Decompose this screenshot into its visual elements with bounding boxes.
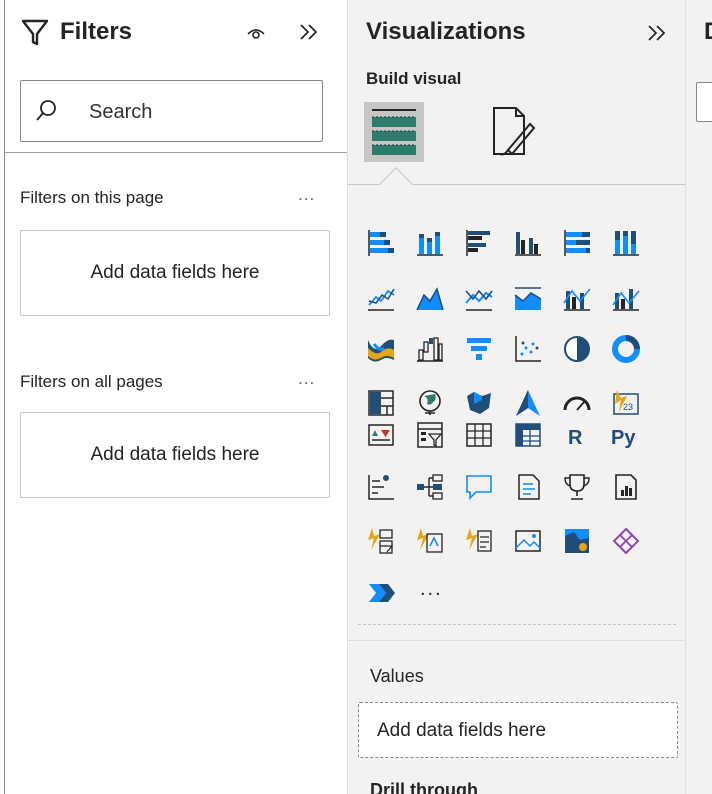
100-stacked-column-icon[interactable] [611,228,641,258]
filters-all-pages-drop-zone[interactable]: Add data fields here [20,412,330,498]
filters-search-input[interactable]: Search [20,80,323,142]
azure-map-icon[interactable] [513,388,543,418]
filled-map-icon[interactable] [415,388,445,418]
paginated-report-icon[interactable] [611,472,641,502]
drop-zone-text: Add data fields here [90,262,260,283]
table-icon[interactable] [464,420,494,450]
svg-text:R: R [568,427,583,449]
100-stacked-bar-icon[interactable] [562,228,592,258]
drop-zone-text: Add data fields here [90,444,260,465]
power-apps-icon[interactable] [366,526,396,556]
gallery-separator [358,624,676,625]
values-label: Values [370,666,424,686]
smart-narrative-icon[interactable] [513,472,543,502]
values-drop-zone[interactable]: Add data fields here [358,702,678,758]
clustered-column-icon[interactable] [513,228,543,258]
data-search-input[interactable] [696,82,712,122]
wells-separator [348,640,686,641]
data-pane: D [685,0,712,794]
build-visual-tab[interactable] [364,102,424,162]
power-automate-icon[interactable] [415,526,445,556]
card-icon[interactable]: 23 [611,388,641,418]
line-chart-icon[interactable] [366,283,396,313]
collapse-visualizations-chevron-icon[interactable] [646,22,668,44]
slicer-icon[interactable] [415,420,445,450]
map-icon[interactable] [366,388,396,418]
area-chart-icon[interactable] [415,283,445,313]
filters-on-this-page-label: Filters on this page [20,188,164,207]
filters-pane: Filters Search Filters on this page ... … [0,0,347,794]
waterfall-chart-icon[interactable] [366,334,396,364]
composite-icon[interactable] [611,526,641,556]
image-visual-icon[interactable] [513,526,543,556]
decomposition-tree-icon[interactable] [415,472,445,502]
line-clustered-column-icon[interactable] [562,283,592,313]
filters-header: Filters [20,14,330,54]
power-automate-flow-icon[interactable] [366,578,396,608]
data-pane-title: D [704,16,712,48]
power-bi-panes: Filters Search Filters on this page ... … [0,0,712,794]
visualizations-title: Visualizations [366,18,526,45]
clustered-bar-icon[interactable] [464,228,494,258]
svg-text:Py: Py [611,427,636,449]
tab-pointer [379,167,413,201]
matrix-icon[interactable] [513,420,543,450]
shape-map-icon[interactable] [464,388,494,418]
drop-zone-text: Add data fields here [377,720,547,741]
search-placeholder: Search [89,101,153,123]
more-options-icon[interactable]: ... [298,369,315,389]
kpi-icon[interactable] [366,420,396,450]
eye-icon[interactable] [246,22,266,42]
gauge-icon[interactable] [562,388,592,418]
python-visual-icon[interactable]: Py [611,420,641,450]
pane-edge [0,0,5,794]
build-visual-label: Build visual [366,69,462,88]
line-stacked-column-icon[interactable] [513,283,543,313]
more-visuals-button[interactable]: ... [420,578,443,601]
stacked-area-icon[interactable] [464,283,494,313]
treemap-icon[interactable] [611,334,641,364]
stacked-column-icon[interactable] [415,228,445,258]
funnel-chart-icon[interactable] [415,334,445,364]
format-visual-icon[interactable] [488,104,538,160]
filters-on-all-pages-label: Filters on all pages [20,372,163,391]
filters-title: Filters [60,18,133,45]
visualizations-pane: Visualizations Build visual 23 R Py ... … [347,0,686,794]
pie-chart-icon[interactable] [513,334,543,364]
donut-chart-icon[interactable] [562,334,592,364]
r-visual-icon[interactable]: R [562,420,592,450]
stacked-bar-icon[interactable] [366,228,396,258]
filter-funnel-icon [21,19,49,46]
ribbon-chart-icon[interactable] [611,283,641,313]
power-bi-visual-icon[interactable] [464,526,494,556]
drill-through-label: Drill through [370,780,478,794]
svg-text:23: 23 [623,402,633,412]
search-icon [36,100,56,121]
qa-icon[interactable] [464,472,494,502]
divider [5,152,347,153]
scatter-chart-icon[interactable] [464,334,494,364]
metrics-icon[interactable] [562,472,592,502]
key-influencers-icon[interactable] [366,472,396,502]
collapse-filters-chevron-icon[interactable] [298,21,320,43]
more-options-icon[interactable]: ... [298,185,315,205]
build-visual-icon [372,109,416,155]
filters-page-drop-zone[interactable]: Add data fields here [20,230,330,316]
arcgis-map-icon[interactable] [562,526,592,556]
